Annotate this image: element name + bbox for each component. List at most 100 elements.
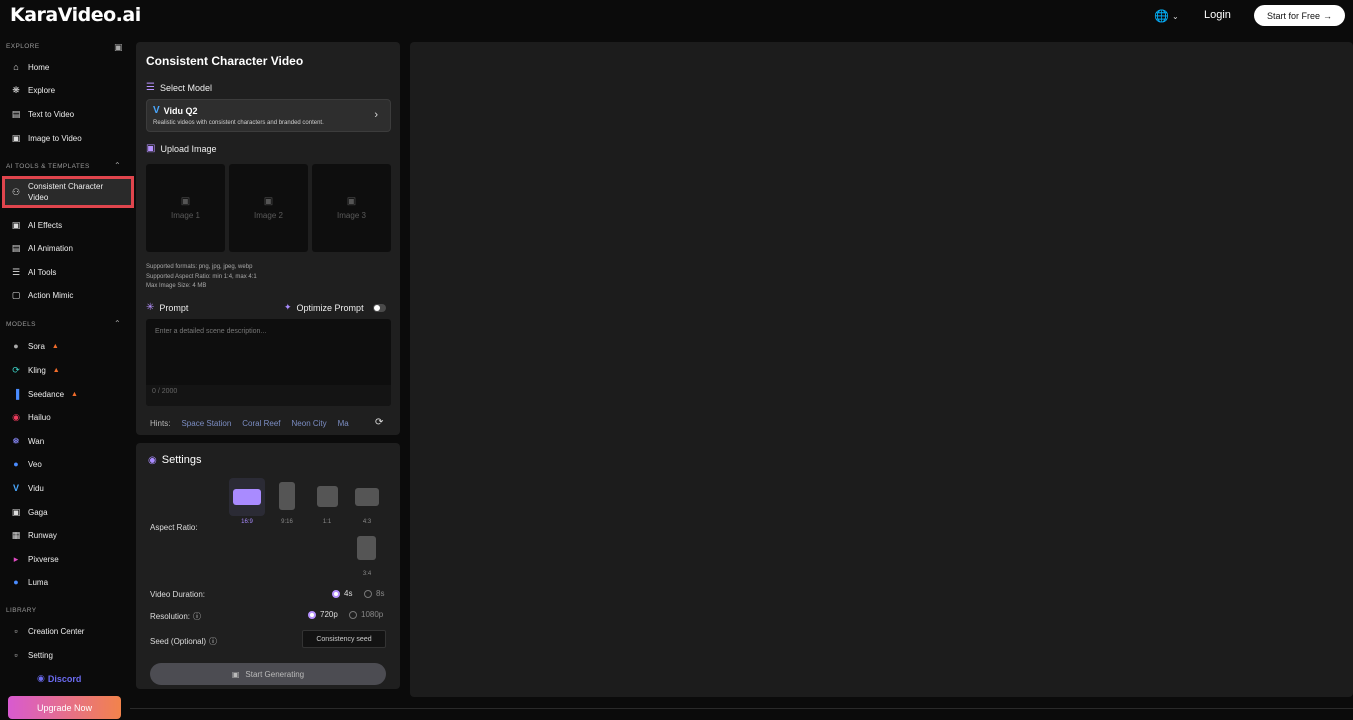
sora-icon: ● — [13, 341, 19, 351]
resolution-1080p-radio[interactable]: 1080p — [349, 610, 383, 619]
fire-icon: ▲ — [71, 390, 78, 398]
sidebar-item-ai-effects[interactable]: ▣ AI Effects — [6, 215, 128, 235]
prompt-text: Prompt — [159, 302, 189, 313]
prompt-char-count: 0 / 2000 — [152, 388, 178, 395]
start-free-label: Start for Free — [1266, 10, 1320, 21]
aspect-9-16-option[interactable] — [269, 478, 305, 516]
sidebar-item-label: Home — [28, 62, 50, 72]
radio-label: 4s — [344, 589, 353, 598]
sidebar-item-pixverse[interactable]: ▸ Pixverse — [6, 549, 128, 569]
sidebar-item-label: AI Tools — [28, 267, 57, 277]
model-selector[interactable]: V Vidu Q2 Realistic videos with consiste… — [146, 99, 391, 132]
image-upload-slot-2[interactable]: ▣ Image 2 — [229, 164, 308, 252]
start-for-free-button[interactable]: Start for Free → — [1254, 5, 1345, 26]
sidebar-item-ai-tools[interactable]: ☰ AI Tools — [6, 262, 128, 282]
prompt-textarea[interactable]: Enter a detailed scene description... 0 … — [146, 319, 391, 406]
collapse-sidebar-icon[interactable]: ▣ — [114, 42, 123, 53]
toggle-switch[interactable] — [372, 303, 386, 312]
sidebar-item-sora[interactable]: ● Sora ▲ — [6, 336, 128, 356]
hint-chip[interactable]: Space Station — [181, 419, 231, 428]
sidebar-item-creation-center[interactable]: ▫ Creation Center — [6, 621, 128, 641]
sidebar-item-wan[interactable]: ❅ Wan — [6, 431, 128, 451]
aspect-ratio-label: Aspect Ratio: — [150, 523, 198, 532]
sidebar-item-label: Kling — [28, 365, 46, 375]
format-line: Supported formats: png, jpg, jpeg, webp — [146, 264, 253, 270]
hint-chip[interactable]: Ma — [338, 419, 349, 428]
aspect-label: 9:16 — [281, 519, 293, 525]
duration-4s-radio[interactable]: 4s — [332, 589, 352, 598]
generation-panel: Consistent Character Video ☰ Select Mode… — [136, 42, 400, 435]
sidebar-item-vidu[interactable]: V Vidu — [6, 478, 128, 498]
upgrade-now-button[interactable]: Upgrade Now — [8, 696, 121, 719]
sidebar-item-seedance[interactable]: ▐ Seedance ▲ — [6, 384, 128, 404]
resolution-720p-radio[interactable]: 720p — [308, 610, 338, 619]
aspect-3-4-option[interactable] — [349, 530, 385, 568]
sidebar-item-kling[interactable]: ⟳ Kling ▲ — [6, 360, 128, 380]
vidu-icon: V — [153, 105, 160, 116]
chevron-down-icon: ⌄ — [1171, 11, 1179, 21]
discord-label: Discord — [47, 673, 82, 684]
start-generating-button[interactable]: ▣ Start Generating — [150, 663, 386, 685]
settings-title: ◉ Settings — [148, 454, 201, 466]
chevron-right-icon: › — [374, 109, 378, 121]
image-upload-slot-3[interactable]: ▣ Image 3 — [312, 164, 391, 252]
sidebar-item-gaga[interactable]: ▣ Gaga — [6, 502, 128, 522]
duration-8s-radio[interactable]: 8s — [364, 589, 384, 598]
start-generating-label: Start Generating — [245, 669, 305, 679]
discord-icon: ◉ — [37, 673, 45, 683]
sidebar-item-hailuo[interactable]: ◉ Hailuo — [6, 407, 128, 427]
hint-chip[interactable]: Neon City — [292, 419, 327, 428]
select-model-text: Select Model — [159, 82, 212, 93]
prompt-label: ✳ Prompt — [146, 302, 188, 313]
luma-icon: ● — [13, 577, 19, 587]
sidebar-item-runway[interactable]: ▦ Runway — [6, 525, 128, 545]
language-selector[interactable]: 🌐 ⌄ — [1154, 9, 1179, 23]
seed-input[interactable]: Consistency seed — [302, 630, 386, 648]
hint-chip[interactable]: Coral Reef — [242, 419, 280, 428]
chevron-up-icon[interactable]: ⌃ — [114, 161, 121, 170]
radio-label: 720p — [320, 610, 338, 619]
top-bar: KaraVideo.ai 🌐 ⌄ Login Start for Free → — [0, 0, 1353, 34]
sidebar-item-setting[interactable]: ▫ Setting — [6, 645, 128, 665]
sidebar-item-explore[interactable]: ❋ Explore — [6, 80, 128, 100]
aspect-shape — [233, 489, 261, 505]
sidebar-item-ai-animation[interactable]: ▤ AI Animation — [6, 238, 128, 258]
upload-image-label: ▣ Upload Image — [146, 143, 217, 154]
sidebar-item-action-mimic[interactable]: ▢ Action Mimic — [6, 285, 128, 305]
effects-icon: ▣ — [11, 219, 21, 230]
login-link[interactable]: Login — [1204, 9, 1231, 21]
image-upload-slot-1[interactable]: ▣ Image 1 — [146, 164, 225, 252]
logo[interactable]: KaraVideo.ai — [10, 4, 141, 26]
chevron-up-icon[interactable]: ⌃ — [114, 319, 121, 328]
sidebar-item-home[interactable]: ⌂ Home — [6, 57, 128, 77]
sidebar-item-label: Gaga — [28, 507, 48, 517]
sidebar-item-label: Sora — [28, 341, 45, 351]
seedance-icon: ▐ — [12, 389, 20, 399]
generate-icon: ▣ — [231, 669, 240, 679]
radio-dot — [308, 610, 316, 619]
refresh-icon[interactable]: ⟳ — [375, 417, 383, 428]
kling-icon: ⟳ — [12, 364, 20, 375]
sidebar-item-label: Image to Video — [28, 133, 82, 143]
format-line: Max Image Size: 4 MB — [146, 283, 207, 289]
sidebar-item-image-to-video[interactable]: ▣ Image to Video — [6, 128, 128, 148]
image-icon: ▣ — [11, 132, 21, 143]
sidebar-item-veo[interactable]: ● Veo — [6, 454, 128, 474]
discord-link[interactable]: ◉ Discord — [37, 673, 81, 684]
aspect-1-1-option[interactable] — [309, 478, 345, 516]
section-explore-label: EXPLORE — [6, 43, 40, 50]
info-icon[interactable]: ⓘ — [193, 611, 201, 622]
aspect-4-3-option[interactable] — [349, 478, 385, 516]
upload-requirements: Supported formats: png, jpg, jpeg, webp … — [146, 263, 257, 292]
sidebar-item-luma[interactable]: ● Luma — [6, 572, 128, 592]
sidebar-item-label: Runway — [28, 530, 57, 540]
folder-icon: ▫ — [14, 650, 18, 660]
fire-icon: ▲ — [51, 342, 59, 350]
info-icon[interactable]: ⓘ — [209, 636, 217, 647]
aspect-16-9-option[interactable] — [229, 478, 265, 516]
sidebar-item-consistent-character-video[interactable]: ⚇ Consistent Character Video — [2, 176, 134, 208]
sidebar-item-text-to-video[interactable]: ▤ Text to Video — [6, 104, 128, 124]
optimize-prompt-toggle[interactable]: ✦ Optimize Prompt — [284, 302, 386, 313]
aspect-label: 4:3 — [362, 519, 372, 525]
sidebar-item-label: Text to Video — [28, 109, 75, 119]
